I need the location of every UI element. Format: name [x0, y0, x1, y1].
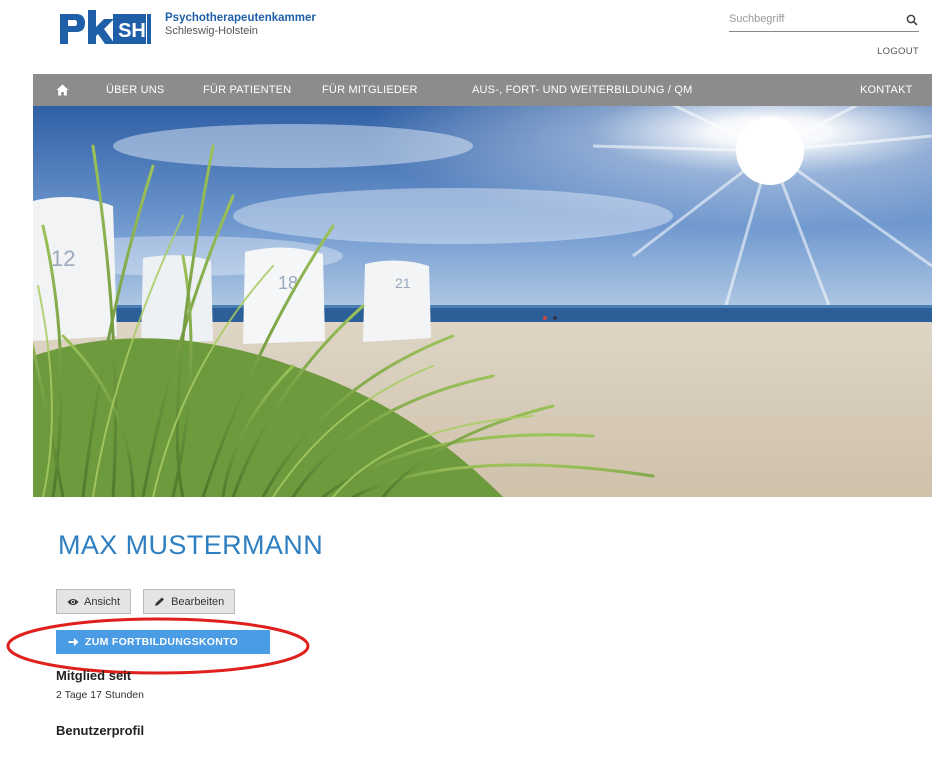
logout-link[interactable]: LOGOUT [877, 46, 919, 57]
tab-bearbeiten[interactable]: Bearbeiten [143, 589, 236, 614]
nav-item-fuer-patienten[interactable]: FÜR PATIENTEN [203, 84, 291, 96]
logo-text: Psychotherapeutenkammer Schleswig-Holste… [165, 12, 316, 37]
user-profile-label: Benutzerprofil [56, 723, 145, 738]
nav-item-weiterbildung[interactable]: AUS-, FORT- UND WEITERBILDUNG / QM [472, 84, 693, 96]
org-name: Psychotherapeutenkammer [165, 12, 316, 24]
logo-mark: SH [58, 10, 153, 48]
member-since-value: 2 Tage 17 Stunden [56, 689, 144, 701]
member-since-label: Mitglied seit [56, 668, 132, 683]
main-navigation: ÜBER UNS FÜR PATIENTEN FÜR MITGLIEDER AU… [33, 74, 932, 106]
nav-item-kontakt[interactable]: KONTAKT [860, 84, 913, 96]
arrow-right-icon [68, 637, 79, 647]
site-logo[interactable]: SH Psychotherapeutenkammer Schleswig-Hol… [58, 10, 316, 48]
svg-text:21: 21 [395, 275, 411, 291]
fortbildungskonto-label: ZUM FORTBILDUNGSKONTO [85, 636, 239, 648]
site-header: SH Psychotherapeutenkammer Schleswig-Hol… [0, 0, 932, 70]
search-input[interactable] [729, 8, 899, 30]
search-box [729, 8, 919, 32]
nav-item-fuer-mitglieder[interactable]: FÜR MITGLIEDER [322, 84, 418, 96]
hero-image: 12 18 21 [33, 106, 932, 497]
home-icon[interactable] [56, 83, 69, 96]
tab-bearbeiten-label: Bearbeiten [171, 595, 225, 608]
svg-text:SH: SH [118, 20, 146, 42]
pencil-icon [154, 597, 166, 607]
svg-text:12: 12 [51, 246, 75, 271]
org-region: Schleswig-Holstein [165, 25, 258, 37]
eye-icon [67, 597, 79, 607]
fortbildungskonto-button[interactable]: ZUM FORTBILDUNGSKONTO [56, 630, 270, 654]
tab-ansicht[interactable]: Ansicht [56, 589, 132, 614]
page-title: MAX MUSTERMANN [58, 530, 324, 560]
nav-item-ueber-uns[interactable]: ÜBER UNS [106, 84, 164, 96]
tab-ansicht-label: Ansicht [84, 595, 121, 608]
profile-tabs: Ansicht Bearbeiten [56, 589, 247, 614]
search-icon[interactable] [905, 13, 919, 27]
